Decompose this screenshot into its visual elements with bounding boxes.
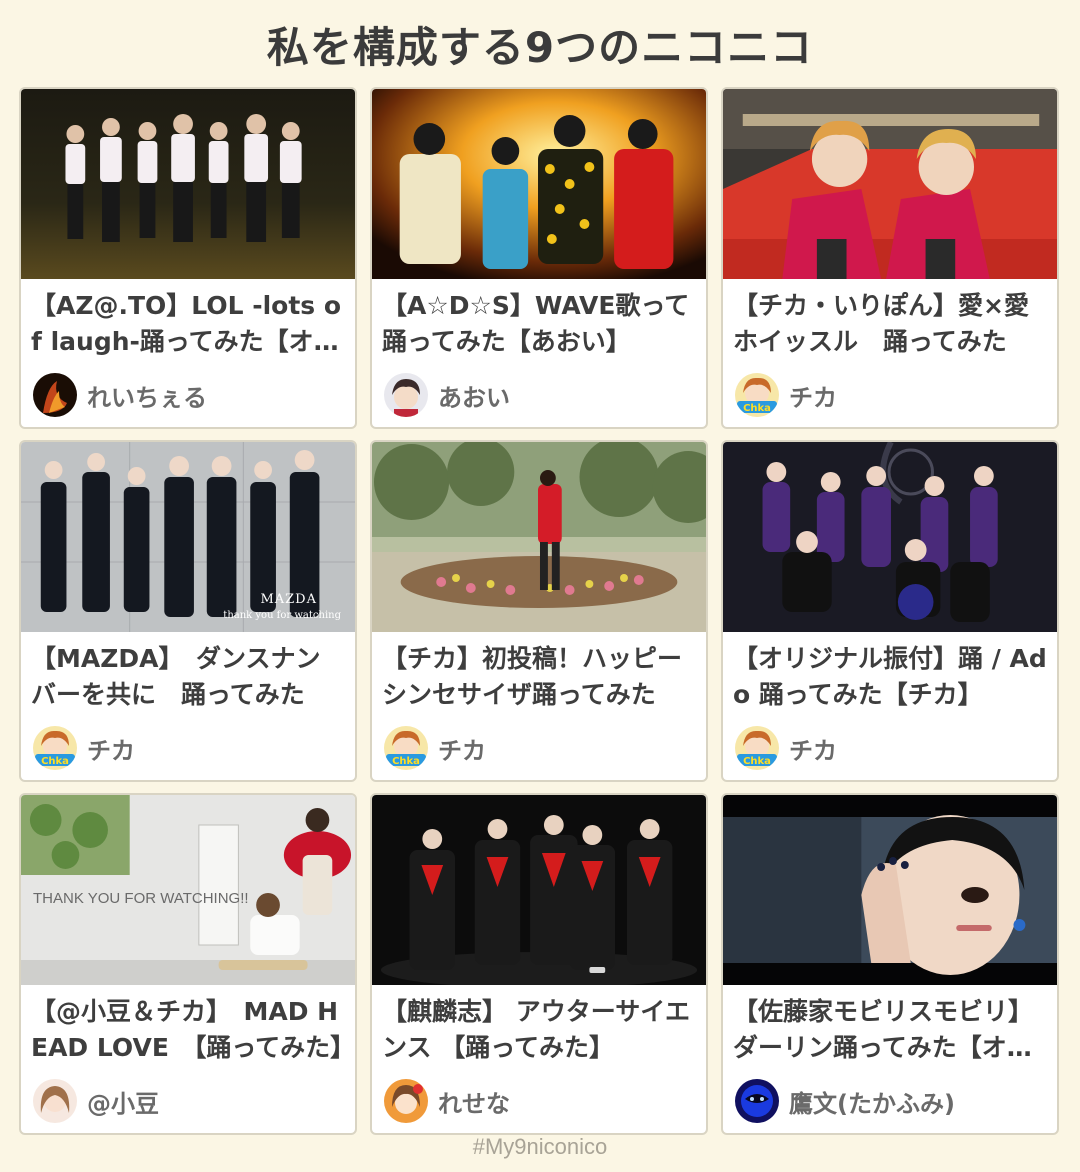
chika-avatar-icon: Chka	[33, 726, 77, 770]
video-thumbnail[interactable]	[372, 89, 706, 279]
video-thumbnail[interactable]: MAZDA thank you for watching	[21, 442, 355, 632]
svg-text:Chka: Chka	[743, 756, 771, 767]
video-thumbnail[interactable]	[372, 442, 706, 632]
page-title: 私を構成する9つのニコニコ	[266, 23, 814, 72]
svg-text:Chka: Chka	[743, 403, 771, 414]
video-thumbnail[interactable]: THANK YOU FOR WATCHING!!	[21, 795, 355, 985]
author-name: 鷹文(たかふみ)	[789, 1089, 955, 1118]
author[interactable]: あおい	[384, 373, 510, 417]
video-card[interactable]: MAZDA thank you for watching 【MAZDA】 ダンス…	[19, 440, 357, 782]
author[interactable]: 鷹文(たかふみ)	[735, 1079, 955, 1123]
video-card[interactable]: THANK YOU FOR WATCHING!! 【@小豆＆チカ】 MAD HE…	[19, 793, 357, 1135]
author-name: チカ	[789, 736, 837, 765]
author-name: チカ	[438, 736, 486, 765]
author[interactable]: れせな	[384, 1079, 510, 1123]
thumbnail-subcaption: thank you for watching	[223, 610, 341, 621]
svg-text:Chka: Chka	[41, 756, 69, 767]
video-card[interactable]: 【麒麟志】 アウターサイエンス 【踊ってみた】 れせな	[370, 793, 708, 1135]
video-thumbnail[interactable]	[21, 89, 355, 279]
author[interactable]: Chka チカ	[33, 726, 135, 770]
thumbnail-caption: THANK YOU FOR WATCHING!!	[33, 890, 249, 907]
video-card[interactable]: 【オリジナル振付】踊 / Ado 踊ってみた【チカ】 Chka チカ	[721, 440, 1059, 782]
video-thumbnail[interactable]	[723, 89, 1057, 279]
author[interactable]: Chka チカ	[735, 726, 837, 770]
video-thumbnail[interactable]	[723, 795, 1057, 985]
anime-girl-avatar-icon	[384, 1079, 428, 1123]
chika-avatar-icon: Chka	[735, 726, 779, 770]
author[interactable]: Chka チカ	[735, 373, 837, 417]
video-title[interactable]: 【佐藤家モビリスモビリ】ダーリン踊ってみた【オリジナル振付】	[723, 985, 1057, 1066]
author-name: あおい	[438, 383, 510, 412]
video-card[interactable]: 【A☆D☆S】WAVE歌って踊ってみた【あおい】 あおい	[370, 87, 708, 429]
video-grid: 【AZ@.TO】LOL -lots of laugh-踊ってみた【オリジナル振付…	[19, 87, 1059, 1135]
anime-avatar-icon	[384, 373, 428, 417]
video-title[interactable]: 【A☆D☆S】WAVE歌って踊ってみた【あおい】	[372, 279, 706, 360]
girl-avatar-icon	[33, 1079, 77, 1123]
video-title[interactable]: 【チカ】初投稿！ハッピーシンセサイザ踊ってみた	[372, 632, 706, 713]
author[interactable]: れいちぇる	[33, 373, 207, 417]
video-title[interactable]: 【MAZDA】 ダンスナンバーを共に 踊ってみた	[21, 632, 355, 713]
video-thumbnail[interactable]	[723, 442, 1057, 632]
author-name: @小豆	[87, 1089, 159, 1118]
video-title[interactable]: 【オリジナル振付】踊 / Ado 踊ってみた【チカ】	[723, 632, 1057, 713]
video-thumbnail[interactable]	[372, 795, 706, 985]
video-title[interactable]: 【麒麟志】 アウターサイエンス 【踊ってみた】	[372, 985, 706, 1066]
video-card[interactable]: 【チカ】初投稿！ハッピーシンセサイザ踊ってみた Chka チカ	[370, 440, 708, 782]
blue-mask-avatar-icon	[735, 1079, 779, 1123]
author-name: チカ	[87, 736, 135, 765]
hashtag[interactable]: #My9niconico	[0, 1134, 1080, 1160]
svg-text:Chka: Chka	[392, 756, 420, 767]
video-title[interactable]: 【@小豆＆チカ】 MAD HEAD LOVE 【踊ってみた】	[21, 985, 355, 1066]
chika-avatar-icon: Chka	[735, 373, 779, 417]
video-title[interactable]: 【チカ・いりぽん】愛×愛ホイッスル 踊ってみた	[723, 279, 1057, 360]
author[interactable]: @小豆	[33, 1079, 159, 1123]
thumbnail-caption: MAZDA	[260, 592, 317, 607]
dark-fire-avatar-icon	[33, 373, 77, 417]
author-name: チカ	[789, 383, 837, 412]
video-card[interactable]: 【佐藤家モビリスモビリ】ダーリン踊ってみた【オリジナル振付】 鷹文(たかふみ)	[721, 793, 1059, 1135]
video-card[interactable]: 【AZ@.TO】LOL -lots of laugh-踊ってみた【オリジナル振付…	[19, 87, 357, 429]
author[interactable]: Chka チカ	[384, 726, 486, 770]
video-card[interactable]: 【チカ・いりぽん】愛×愛ホイッスル 踊ってみた Chka チカ	[721, 87, 1059, 429]
video-title[interactable]: 【AZ@.TO】LOL -lots of laugh-踊ってみた【オリジナル振付…	[21, 279, 355, 360]
author-name: れいちぇる	[87, 383, 207, 412]
author-name: れせな	[438, 1089, 510, 1118]
chika-avatar-icon: Chka	[384, 726, 428, 770]
